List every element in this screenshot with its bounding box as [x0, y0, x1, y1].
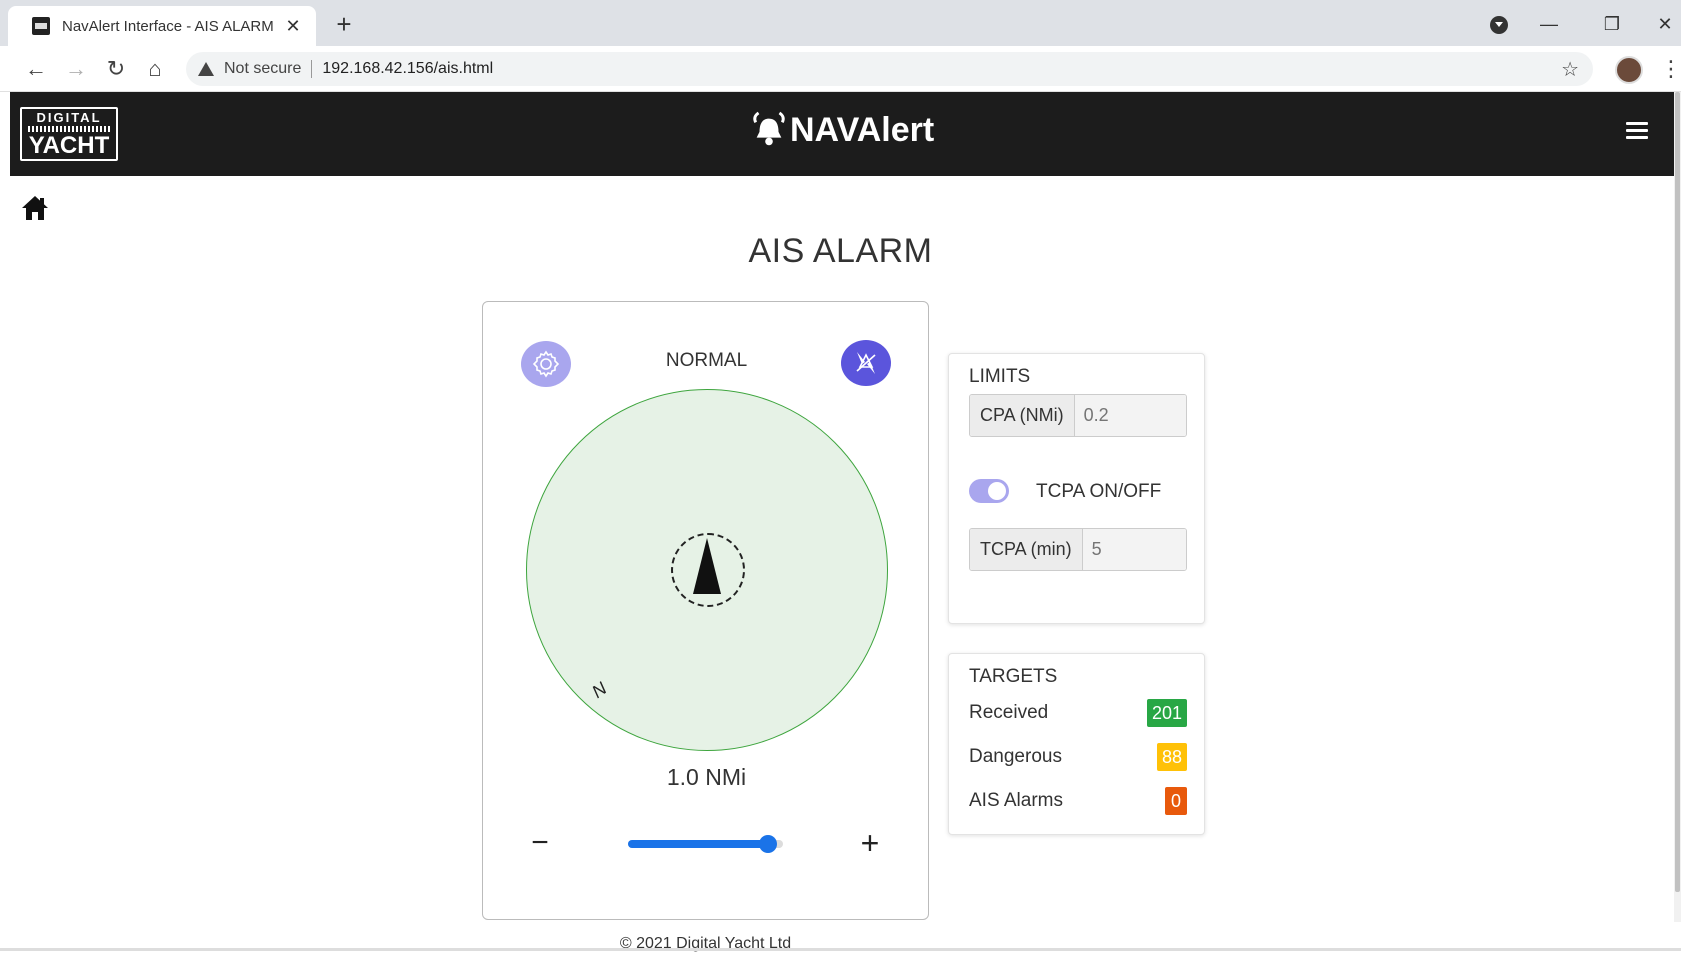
navalert-brand: NAVAlert [750, 110, 934, 150]
close-window-button[interactable]: ✕ [1650, 10, 1680, 38]
tcpa-input-group: TCPA (min) [969, 528, 1187, 571]
tcpa-toggle-knob [988, 482, 1006, 500]
not-secure-label[interactable]: Not secure [224, 60, 313, 78]
digital-yacht-logo[interactable]: DIGITAL YACHT [20, 107, 118, 161]
dangerous-count-badge: 88 [1156, 743, 1187, 771]
page-title: AIS ALARM [748, 232, 933, 270]
tcpa-input[interactable] [1082, 529, 1186, 570]
radar-card: NORMAL N 1.0 NMi − + [482, 301, 929, 920]
new-tab-button[interactable]: + [330, 10, 358, 38]
range-slider[interactable] [628, 835, 783, 853]
brand-text: NAVAlert [790, 110, 935, 149]
warning-icon [198, 62, 214, 76]
hamburger-menu-icon[interactable] [1626, 122, 1648, 140]
browser-address-bar: ← → ↻ ⌂ Not secure 192.168.42.156/ais.ht… [0, 46, 1681, 92]
target-row-dangerous: Dangerous 88 [969, 743, 1187, 771]
app-header: DIGITAL YACHT NAVAlert [10, 92, 1674, 176]
browser-menu-icon[interactable]: ⋮ [1660, 55, 1681, 83]
north-indicator: N [588, 678, 611, 703]
range-slider-fill [628, 840, 768, 848]
bell-icon [753, 111, 785, 146]
profile-menu-icon[interactable] [1490, 16, 1508, 34]
tcpa-toggle[interactable] [969, 479, 1009, 503]
tcpa-label: TCPA (min) [970, 529, 1083, 570]
cpa-label: CPA (NMi) [970, 395, 1075, 436]
url-bar[interactable]: Not secure 192.168.42.156/ais.html ☆ [186, 52, 1593, 86]
restore-button[interactable]: ❐ [1597, 10, 1627, 38]
targets-title: TARGETS [969, 666, 1058, 687]
limits-card: LIMITS CPA (NMi) TCPA ON/OFF TCPA (min) [948, 353, 1205, 624]
scrollbar-thumb[interactable] [1675, 92, 1680, 892]
forward-button[interactable]: → [62, 55, 90, 83]
logo-bottom-text: YACHT [28, 132, 110, 159]
target-label: AIS Alarms [969, 790, 1063, 811]
page-scrollbar[interactable] [1674, 92, 1681, 922]
range-label: 1.0 NMi [666, 764, 747, 790]
tcpa-toggle-label: TCPA ON/OFF [1036, 481, 1162, 502]
collision-mode-button[interactable] [841, 340, 891, 386]
radar-display[interactable]: N [526, 389, 888, 751]
target-label: Received [969, 702, 1049, 723]
back-button[interactable]: ← [22, 55, 50, 83]
target-label: Dangerous [969, 746, 1062, 767]
targets-card: TARGETS Received 201 Dangerous 88 AIS Al… [948, 653, 1205, 835]
range-decrease-button[interactable]: − [525, 828, 555, 858]
tab-title: NavAlert Interface - AIS ALARM [62, 17, 274, 35]
cpa-input[interactable] [1074, 395, 1186, 436]
minimize-button[interactable]: — [1534, 10, 1564, 38]
bookmark-star-icon[interactable]: ☆ [1561, 57, 1579, 82]
browser-tab-bar: NavAlert Interface - AIS ALARM ✕ + — ❐ ✕ [0, 0, 1681, 46]
reload-button[interactable]: ↻ [102, 55, 130, 83]
range-increase-button[interactable]: + [855, 827, 885, 859]
received-count-badge: 201 [1146, 699, 1187, 727]
collision-ships-icon [856, 352, 876, 374]
browser-tab-active[interactable]: NavAlert Interface - AIS ALARM ✕ [8, 6, 316, 46]
own-ship-icon [693, 538, 721, 594]
logo-top-text: DIGITAL [36, 110, 102, 125]
target-row-ais-alarms: AIS Alarms 0 [969, 787, 1187, 815]
cpa-input-group: CPA (NMi) [969, 394, 1187, 437]
user-avatar[interactable] [1615, 56, 1643, 84]
tab-close-icon[interactable]: ✕ [282, 16, 304, 37]
ais-alarms-count-badge: 0 [1165, 787, 1187, 815]
url-text[interactable]: 192.168.42.156/ais.html [322, 60, 1561, 78]
browser-home-button[interactable]: ⌂ [141, 55, 169, 83]
favicon-icon [32, 17, 50, 35]
home-icon[interactable] [20, 194, 50, 222]
target-row-received: Received 201 [969, 699, 1187, 727]
limits-title: LIMITS [969, 366, 1031, 387]
range-slider-thumb[interactable] [758, 835, 777, 853]
